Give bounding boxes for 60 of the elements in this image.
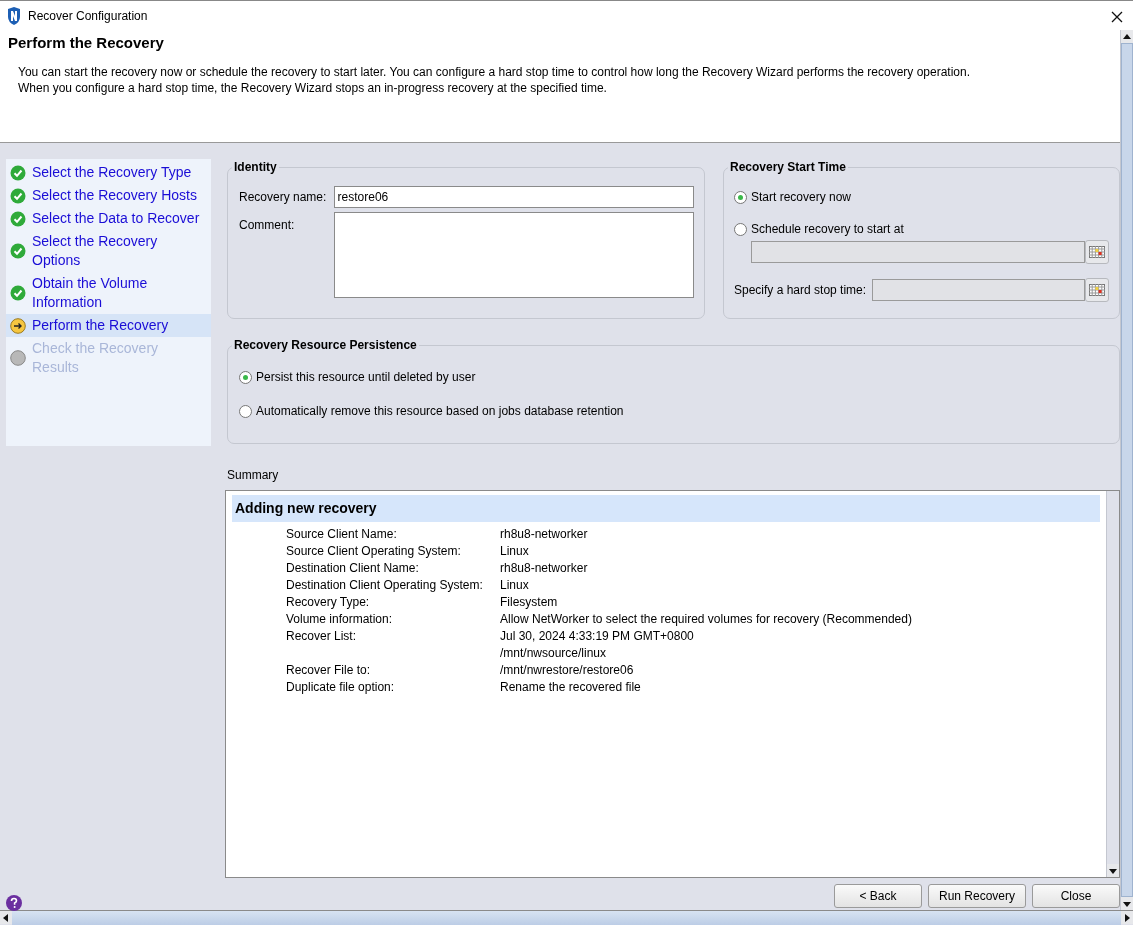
wizard-button[interactable]: < Back [833, 884, 922, 908]
summary-key: Recover File to: [286, 662, 500, 679]
summary-value: /mnt/nwrestore/restore06 [500, 662, 635, 679]
scrollbar[interactable] [1106, 491, 1119, 877]
option-label: Schedule recovery to start at [751, 221, 904, 238]
summary-value: Allow NetWorker to select the required volumes for recovery (Recommended) [500, 611, 913, 628]
summary-key: Source Client Name: [286, 526, 500, 543]
radio-button[interactable] [239, 370, 252, 384]
wizard-step[interactable]: Select the Data to Recover [6, 207, 211, 230]
page-title: Perform the Recovery [8, 34, 165, 52]
group-title: Recovery Resource Persistence [232, 338, 419, 352]
option-label: Automatically remove this resource based on jobs database retention [256, 403, 624, 420]
calendar-icon [1089, 284, 1105, 296]
summary-key: Duplicate file option: [286, 679, 500, 696]
summary-key: Recovery Type: [286, 594, 500, 611]
calendar-icon [1089, 246, 1105, 258]
summary-key: Destination Client Operating System: [286, 577, 500, 594]
summary-value: Rename the recovered file [500, 679, 642, 696]
description-text: You can start the recovery now or schedule the recovery to start later. You can configure a hard stop time to control how long the Recovery Wizard performs the recovery operation. [18, 64, 972, 80]
scrollbar[interactable] [1120, 30, 1133, 910]
option-label: Persist this resource until deleted by user [256, 369, 476, 386]
summary-heading: Adding new recovery [232, 495, 1100, 522]
summary-value: Linux [500, 543, 530, 560]
calendar-button[interactable] [1085, 240, 1109, 264]
summary-value: rh8u8-networker [500, 560, 589, 577]
calendar-button[interactable] [1085, 278, 1109, 302]
summary-value: /mnt/nwsource/linux [500, 645, 608, 662]
radio-button[interactable] [734, 190, 747, 204]
summary-label: Summary [227, 467, 280, 484]
summary-value: Filesystem [500, 594, 559, 611]
wizard-step[interactable]: Perform the Recovery [6, 314, 211, 337]
field-label: Specify a hard stop time: [734, 282, 867, 299]
description-text: When you configure a hard stop time, the Recovery Wizard stops an in-progress recovery at the specified time. [18, 80, 608, 96]
wizard-step[interactable]: Select the Recovery Hosts [6, 184, 211, 207]
field-label: Recovery name: [239, 189, 328, 206]
summary-key: Source Client Operating System: [286, 543, 500, 560]
comment-field[interactable] [333, 212, 694, 298]
radio-button[interactable] [239, 404, 252, 418]
text-field[interactable]: restore06 [333, 186, 694, 208]
close-icon [1111, 10, 1123, 23]
wizard-button[interactable]: Close [1032, 884, 1120, 908]
summary-key: Recover List: [286, 628, 500, 662]
wizard-step[interactable]: Select the Recovery Type [6, 161, 211, 184]
field-label: Comment: [239, 217, 296, 234]
window-title: Recover Configuration [28, 7, 148, 25]
help-icon [6, 894, 22, 911]
group-title: Identity [232, 160, 279, 174]
wizard-step[interactable]: Select the Recovery Options [6, 230, 211, 272]
option-label: Start recovery now [751, 189, 852, 206]
radio-button[interactable] [734, 222, 747, 236]
summary-value: Linux [500, 577, 530, 594]
group-title: Recovery Start Time [728, 160, 848, 174]
summary-value: Jul 30, 2024 4:33:19 PM GMT+0800 [500, 628, 695, 645]
scrollbar[interactable] [0, 910, 1133, 925]
summary-value: rh8u8-networker [500, 526, 589, 543]
wizard-step[interactable]: Obtain the Volume Information [6, 272, 211, 314]
summary-key: Volume information: [286, 611, 500, 628]
shield-logo-icon [6, 6, 22, 25]
wizard-button[interactable]: Run Recovery [927, 884, 1026, 908]
summary-key: Destination Client Name: [286, 560, 500, 577]
